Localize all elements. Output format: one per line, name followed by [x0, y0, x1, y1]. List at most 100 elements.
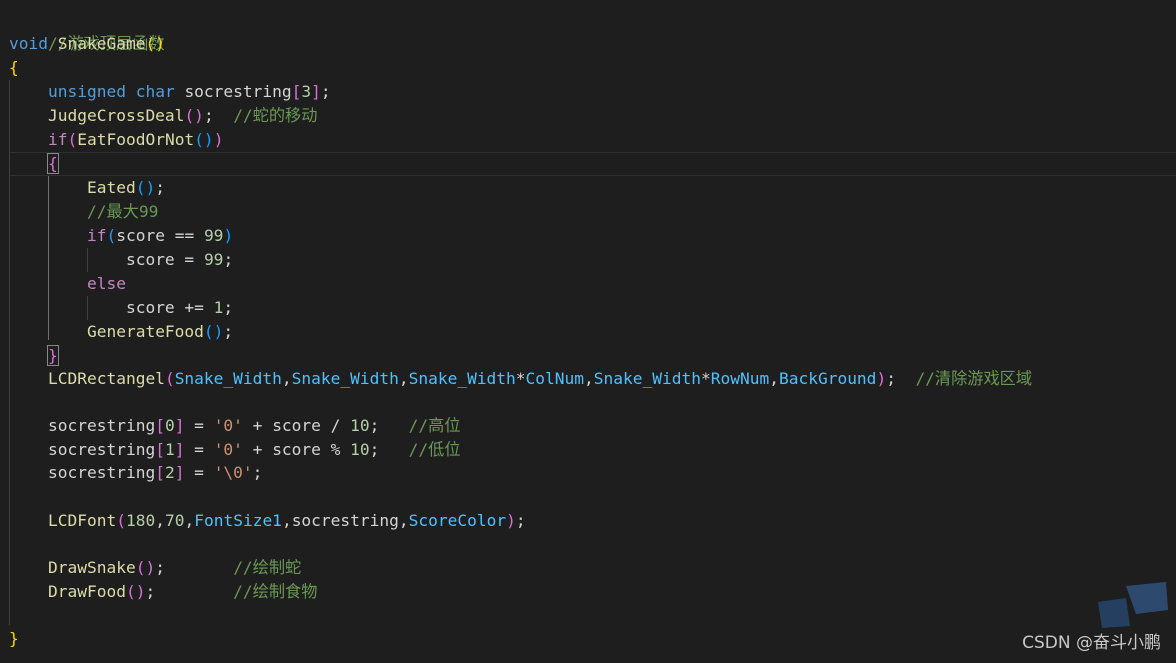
bracket: () [135, 178, 156, 197]
variable: score [272, 416, 321, 435]
constant: BackGround [778, 369, 877, 388]
function-name: JudgeCrossDeal [47, 106, 185, 125]
bracket: [ [155, 463, 165, 482]
punctuation: , [584, 369, 594, 388]
code-line-13: score += 1; [9, 296, 233, 320]
operator: + [242, 416, 273, 435]
number: 0 [164, 416, 175, 435]
code-keyword: void [9, 34, 48, 53]
bracket: ) [506, 511, 516, 530]
operator: = [174, 250, 204, 269]
code-line-16: LCDRectangel(Snake_Width,Snake_Width,Sna… [9, 367, 1032, 391]
punctuation: ; [145, 582, 156, 601]
number: 99 [203, 226, 224, 245]
code-line-22: LCDFont(180,70,FontSize1,socrestring,Sco… [9, 509, 526, 533]
number: 10 [350, 416, 370, 435]
punctuation: , [398, 511, 409, 530]
operator: + [242, 440, 273, 459]
function-name: LCDRectangel [47, 369, 165, 388]
punctuation: ; [155, 178, 165, 197]
punctuation: , [155, 511, 165, 530]
variable: score [125, 298, 175, 317]
operator: / [320, 416, 351, 435]
code-comment: //蛇的移动 [233, 106, 318, 125]
code-line-18: socrestring[0] = '0' + score / 10; //高位 [9, 414, 461, 438]
operator: = [184, 463, 214, 482]
code-line-6: if(EatFoodOrNot()) [9, 128, 223, 152]
code-line-5: JudgeCrossDeal(); //蛇的移动 [9, 104, 317, 128]
number: 1 [164, 440, 175, 459]
number: 3 [301, 82, 312, 101]
bracket: () [135, 558, 156, 577]
code-keyword: char [135, 82, 175, 101]
code-line-14: GenerateFood(); [9, 320, 233, 344]
function-name: EatFoodOrNot [77, 130, 195, 149]
code-comment: //低位 [408, 440, 461, 459]
code-comment: //绘制食物 [233, 582, 318, 601]
variable: score [125, 250, 175, 269]
punctuation: , [398, 369, 409, 388]
bracket: { [9, 58, 19, 77]
bracket: ) [213, 130, 224, 149]
punctuation: ; [203, 106, 214, 125]
punctuation: , [769, 369, 779, 388]
bracket: ] [174, 416, 185, 435]
bracket-matched: } [47, 345, 59, 366]
code-line-2: void SnakeGame() [9, 32, 165, 56]
code-keyword: unsigned [47, 82, 126, 101]
function-name: SnakeGame [57, 34, 146, 53]
current-line-highlight [9, 152, 1176, 176]
punctuation: ; [223, 322, 234, 341]
operator: = [184, 416, 214, 435]
bracket: ( [106, 226, 117, 245]
bracket: ( [145, 34, 156, 53]
bracket: ) [876, 369, 887, 388]
code-line-20: socrestring[2] = '\0'; [9, 461, 262, 485]
function-name: DrawSnake [47, 558, 136, 577]
punctuation: ; [252, 463, 263, 482]
constant: ColNum [525, 369, 585, 388]
bracket: ] [311, 82, 321, 101]
variable: score [116, 226, 165, 245]
code-line-15: } [9, 344, 59, 368]
bracket: [ [155, 440, 165, 459]
constant: Snake_Width [174, 369, 282, 388]
constant: RowNum [710, 369, 770, 388]
code-line-9: //最大99 [9, 200, 158, 224]
code-comment: //高位 [408, 416, 461, 435]
bracket: () [125, 582, 146, 601]
control-keyword: if [86, 226, 107, 245]
punctuation: , [281, 369, 292, 388]
code-editor[interactable]: //游戏顶层函数 void SnakeGame() { unsigned cha… [0, 0, 1176, 663]
function-name: Eated [86, 178, 136, 197]
code-line-10: if(score == 99) [9, 224, 233, 248]
string-literal: '0' [213, 416, 243, 435]
punctuation: ; [223, 250, 234, 269]
function-name: LCDFont [47, 511, 117, 530]
bracket: ] [174, 463, 185, 482]
code-line-8: Eated(); [9, 176, 165, 200]
code-comment: //绘制蛇 [233, 558, 302, 577]
constant: FontSize1 [194, 511, 282, 530]
code-line-11: score = 99; [9, 248, 233, 272]
number: 1 [213, 298, 224, 317]
code-line-24: DrawSnake(); //绘制蛇 [9, 556, 301, 580]
punctuation: , [184, 511, 195, 530]
code-line-4: unsigned char socrestring[3]; [9, 80, 331, 104]
watermark-text: CSDN @奋斗小鹏 [1022, 633, 1161, 653]
bracket: ) [155, 34, 165, 53]
constant: Snake_Width [593, 369, 701, 388]
punctuation: , [281, 511, 292, 530]
bracket: () [184, 106, 204, 125]
variable: score [272, 440, 321, 459]
code-line-25: DrawFood(); //绘制食物 [9, 580, 317, 604]
bracket: [ [155, 416, 165, 435]
operator: * [515, 369, 526, 388]
code-line-3: { [9, 56, 19, 80]
operator: * [700, 369, 711, 388]
variable: socrestring [47, 440, 156, 459]
punctuation: ; [515, 511, 526, 530]
code-line-7: { [9, 152, 59, 176]
bracket: } [9, 629, 19, 648]
punctuation: ; [320, 82, 331, 101]
